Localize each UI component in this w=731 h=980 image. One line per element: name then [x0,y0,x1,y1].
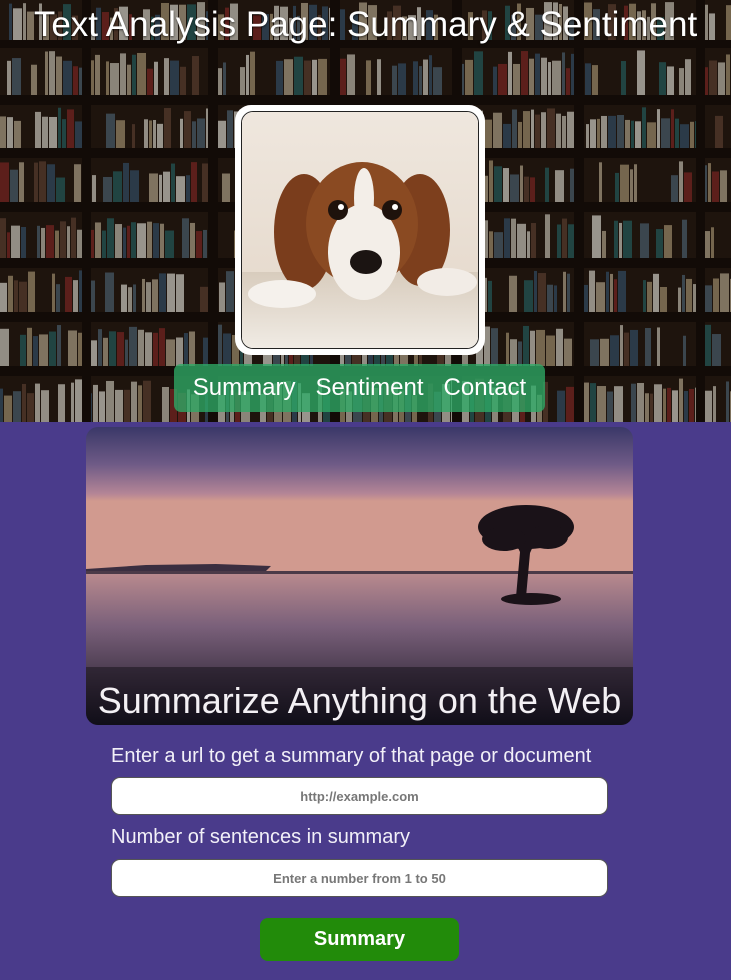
header-banner: Text Analysis Page: Summary & Sentiment [0,0,731,422]
hero-banner: Summarize Anything on the Web [86,427,633,725]
nav-link-summary[interactable]: Summary [193,364,296,412]
main-nav: Summary Sentiment Contact [174,364,545,412]
page-title: Text Analysis Page: Summary & Sentiment [33,5,698,44]
url-input[interactable] [111,777,608,815]
nav-link-sentiment[interactable]: Sentiment [315,364,423,412]
sentence-count-label: Number of sentences in summary [111,826,411,848]
sentence-count-input[interactable] [111,859,608,897]
nav-link-contact[interactable]: Contact [444,364,527,412]
summary-submit-button[interactable]: Summary [260,918,459,961]
dog-photo-frame [235,105,485,355]
dog-photo [241,111,479,349]
url-label: Enter a url to get a summary of that pag… [111,745,592,767]
hero-heading: Summarize Anything on the Web [97,680,622,721]
